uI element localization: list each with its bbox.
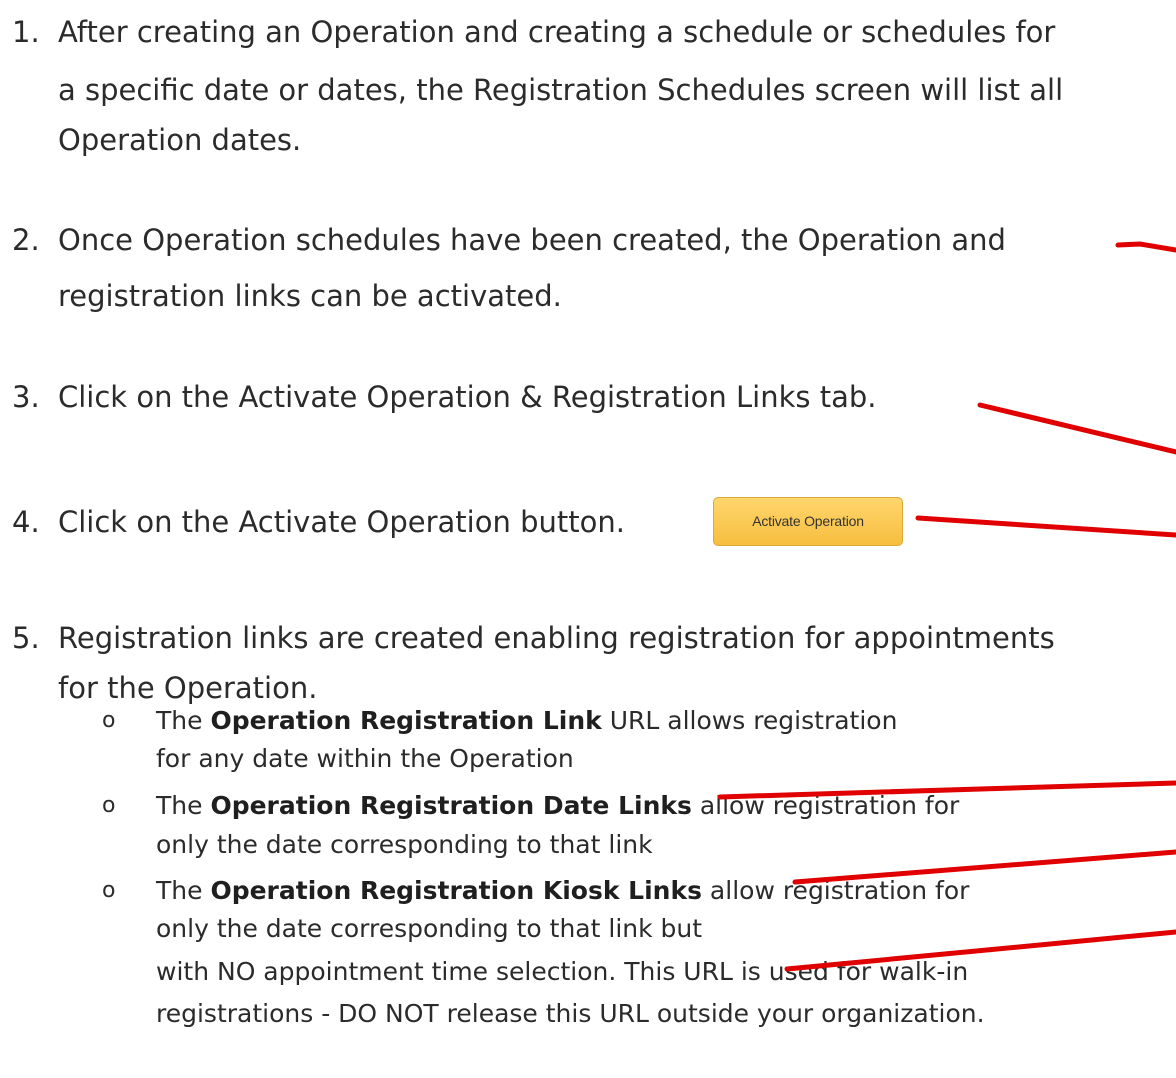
pointer-arrows (717, 241, 1176, 972)
arrow-line-step-4 (915, 515, 1176, 538)
arrow-line-step-3 (977, 402, 1176, 455)
arrow-line-date-links (792, 849, 1176, 885)
arrow-line-kiosk-links (784, 929, 1176, 972)
arrow-line-step-2 (1115, 241, 1176, 253)
arrow-line-link (717, 780, 1176, 800)
